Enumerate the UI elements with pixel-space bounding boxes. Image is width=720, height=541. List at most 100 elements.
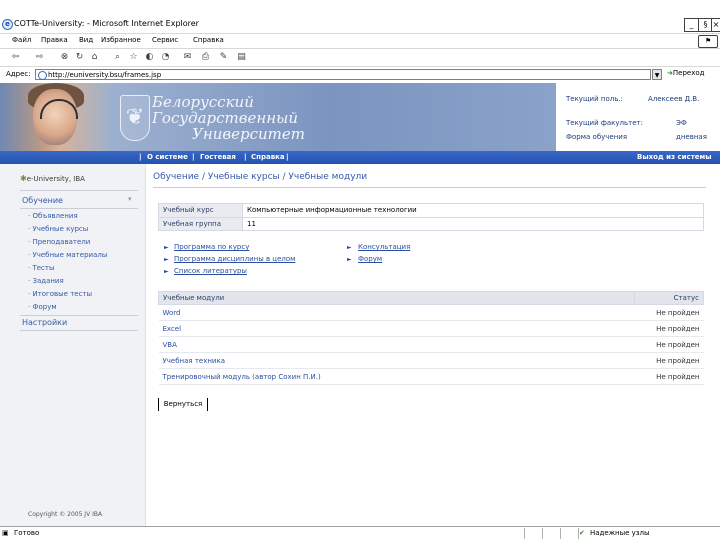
- site-banner: ❦ Белорусский Государственный Университе…: [0, 83, 720, 151]
- nav-about[interactable]: О системе: [147, 153, 188, 161]
- modules-table: Учебные модули Статус Word Не пройден Ex…: [158, 291, 704, 385]
- bullet-icon: ►: [347, 256, 352, 263]
- window-titlebar: e COTTe-University: - Microsoft Internet…: [0, 16, 720, 33]
- bullet-icon: ►: [347, 244, 352, 251]
- page-icon: [38, 71, 47, 80]
- address-input[interactable]: http://euniversity.bsu/frames.jsp: [35, 69, 651, 80]
- menu-edit[interactable]: Правка: [41, 36, 68, 44]
- bullet-icon: ►: [164, 256, 169, 263]
- current-faculty-label: Текущий факультет:: [566, 119, 643, 127]
- menu-favorites[interactable]: Избранное: [101, 36, 141, 44]
- course-row: Учебный курс Компьютерные информационные…: [158, 203, 704, 218]
- history-icon[interactable]: ◔: [160, 52, 171, 63]
- favorites-icon[interactable]: ☆: [128, 52, 139, 63]
- module-link[interactable]: VBA: [158, 336, 635, 353]
- windows-flag-icon: ⚑: [698, 35, 718, 48]
- sidebar-divider: [20, 330, 138, 331]
- module-status: Не пройден: [634, 352, 704, 369]
- menu-help[interactable]: Справка: [193, 36, 224, 44]
- link-discipline-program[interactable]: Программа дисциплины в целом: [174, 255, 295, 263]
- sidebar-item-courses[interactable]: · Учебные курсы: [28, 225, 88, 233]
- print-icon[interactable]: ⎙: [200, 52, 211, 63]
- refresh-icon[interactable]: ↻: [74, 52, 85, 63]
- sidebar-item-tests[interactable]: · Тесты: [28, 264, 55, 272]
- top-nav: | О системе | Гостевая | Справка | Выход…: [0, 151, 720, 164]
- current-user-label: Текущий поль.:: [566, 95, 623, 103]
- toolbar: ⇦ ⇨ ⊗ ↻ ⌂ ⌕ ☆ ◐ ◔ ✉ ⎙ ✎ ▤: [0, 48, 720, 67]
- sidebar-item-forum[interactable]: · Форум: [28, 303, 57, 311]
- course-label: Учебный курс: [158, 203, 243, 218]
- group-row: Учебная группа 11: [158, 216, 704, 231]
- breadcrumb: Обучение / Учебные курсы / Учебные модул…: [153, 172, 368, 182]
- table-row: Тренировочный модуль (автор Сохин П.И.) …: [158, 368, 704, 385]
- forward-arrow-icon[interactable]: ⇨: [34, 52, 45, 63]
- address-bar: Адрес: http://euniversity.bsu/frames.jsp…: [0, 66, 720, 84]
- status-divider: [542, 528, 543, 539]
- table-row: Word Не пройден: [158, 304, 704, 321]
- chevron-down-icon[interactable]: ▼: [652, 69, 662, 80]
- study-form-label: Форма обучения: [566, 133, 628, 141]
- edit-icon[interactable]: ✎: [218, 52, 229, 63]
- module-status: Не пройден: [634, 336, 704, 353]
- link-course-program[interactable]: Программа по курсу: [174, 243, 249, 251]
- address-label: Адрес:: [6, 70, 31, 78]
- module-link[interactable]: Excel: [158, 320, 635, 337]
- module-link[interactable]: Учебная техника: [158, 352, 635, 369]
- trusted-zone-icon: ✔: [579, 529, 585, 537]
- page-done-icon: ▣: [2, 529, 9, 537]
- menu-file[interactable]: Файл: [12, 36, 31, 44]
- nav-guestbook[interactable]: Гостевая: [200, 153, 236, 161]
- module-link[interactable]: Word: [158, 304, 635, 321]
- sidebar-item-announcements[interactable]: · Объявления: [28, 212, 78, 220]
- sidebar-item-materials[interactable]: · Учебные материалы: [28, 251, 107, 259]
- breadcrumb-divider: [153, 187, 706, 188]
- nav-help[interactable]: Справка: [251, 153, 285, 161]
- status-bar: ▣ Готово ✔ Надежные узлы: [0, 526, 720, 541]
- module-link[interactable]: Тренировочный модуль (автор Сохин П.И.): [158, 368, 635, 385]
- modules-column-header: Учебные модули: [158, 291, 635, 305]
- course-value: Компьютерные информационные технологии: [242, 203, 704, 218]
- sidebar-section-settings[interactable]: Настройки: [22, 318, 67, 327]
- sidebar-divider: [20, 315, 138, 316]
- address-url: http://euniversity.bsu/frames.jsp: [48, 71, 162, 79]
- sidebar-item-tasks[interactable]: · Задания: [28, 277, 64, 285]
- bullet-icon: ►: [164, 244, 169, 251]
- user-info-panel: Текущий поль.: Алексеев Д.В. Текущий фак…: [556, 83, 720, 151]
- university-name-line3: Университет: [192, 125, 305, 143]
- sidebar-section-learning[interactable]: Обучение: [22, 196, 63, 205]
- copyright: Copyright © 2005 JV IBA: [28, 511, 103, 518]
- menu-bar: Файл Правка Вид Избранное Сервис Справка…: [0, 33, 720, 49]
- module-status: Не пройден: [634, 368, 704, 385]
- ie-logo-icon: e: [2, 19, 13, 30]
- nav-logout[interactable]: Выход из системы: [637, 153, 712, 161]
- stop-icon[interactable]: ⊗: [59, 52, 70, 63]
- modules-header-row: Учебные модули Статус: [158, 291, 704, 305]
- back-arrow-icon[interactable]: ⇦: [10, 52, 21, 63]
- chevron-down-icon[interactable]: ▾: [128, 195, 132, 203]
- go-button[interactable]: ➜Переход: [667, 69, 704, 77]
- link-forum[interactable]: Форум: [358, 255, 382, 263]
- media-icon[interactable]: ◐: [144, 52, 155, 63]
- mail-icon[interactable]: ✉: [182, 52, 193, 63]
- home-icon[interactable]: ⌂: [89, 52, 100, 63]
- link-consultation[interactable]: Консультация: [358, 243, 410, 251]
- discuss-icon[interactable]: ▤: [236, 52, 247, 63]
- study-form-value: дневная: [676, 133, 707, 141]
- nav-separator: |: [139, 153, 142, 161]
- status-text: Готово: [14, 529, 40, 537]
- minimize-button[interactable]: _: [684, 18, 699, 32]
- module-status: Не пройден: [634, 304, 704, 321]
- sidebar: ✱e-University, IBA Обучение ▾ · Объявлен…: [0, 164, 146, 526]
- sidebar-item-final-tests[interactable]: · Итоговые тесты: [28, 290, 92, 298]
- nav-separator: |: [244, 153, 247, 161]
- menu-view[interactable]: Вид: [79, 36, 93, 44]
- menu-tools[interactable]: Сервис: [152, 36, 178, 44]
- current-user-value: Алексеев Д.В.: [648, 95, 700, 103]
- bullet-icon: ►: [164, 268, 169, 275]
- link-literature-list[interactable]: Список литературы: [174, 267, 247, 275]
- table-row: VBA Не пройден: [158, 336, 704, 353]
- close-button[interactable]: ×: [711, 18, 720, 32]
- search-icon[interactable]: ⌕: [112, 52, 123, 63]
- sidebar-item-teachers[interactable]: · Преподаватели: [28, 238, 90, 246]
- back-button[interactable]: Вернуться: [158, 398, 208, 411]
